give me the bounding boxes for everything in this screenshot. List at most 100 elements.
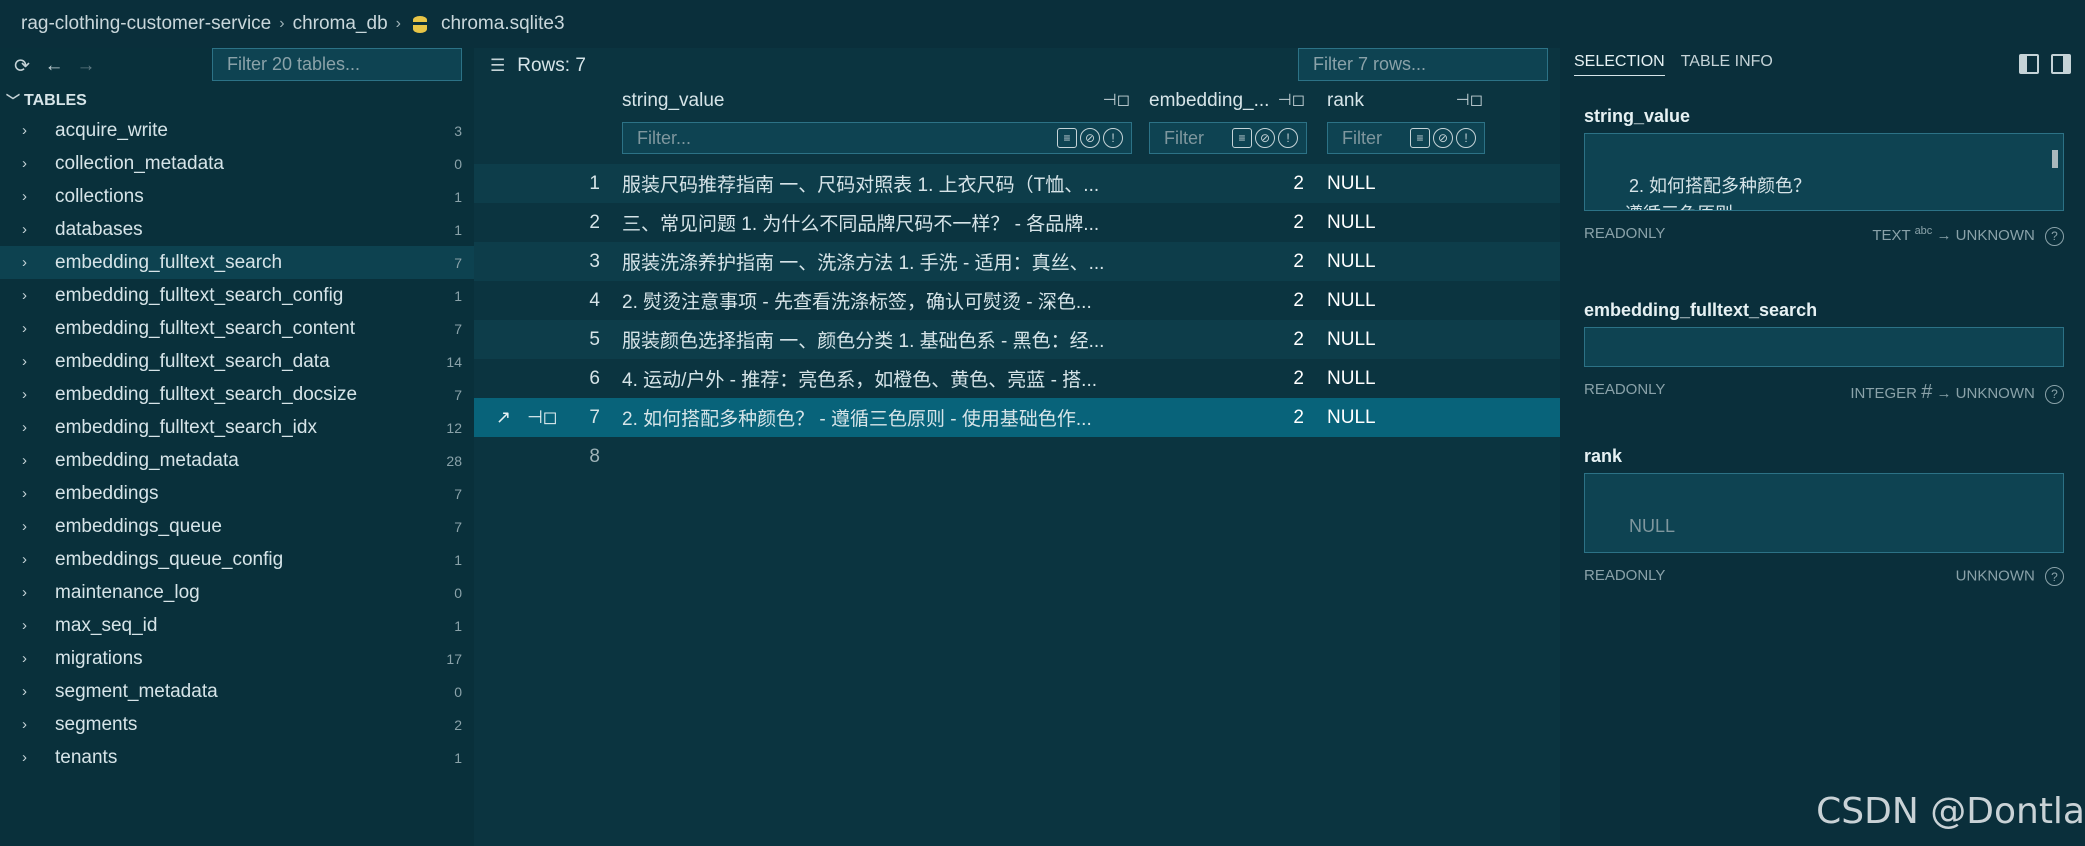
filter-mode-icon[interactable]: ≡ bbox=[1057, 128, 1077, 148]
field-value-textarea[interactable]: NULL bbox=[1584, 473, 2064, 553]
column-filter-input[interactable] bbox=[1342, 127, 1410, 149]
table-item[interactable]: › collection_metadata 0 bbox=[0, 147, 474, 180]
table-item[interactable]: › segment_metadata 0 bbox=[0, 675, 474, 708]
chevron-right-icon[interactable]: › bbox=[22, 518, 55, 535]
cell-embedding[interactable]: 2 bbox=[1274, 329, 1304, 351]
table-item[interactable]: › embedding_fulltext_search_data 14 bbox=[0, 345, 474, 378]
table-item[interactable]: › acquire_write 3 bbox=[0, 114, 474, 147]
table-item[interactable]: › embeddings_queue 7 bbox=[0, 510, 474, 543]
table-item[interactable]: › maintenance_log 0 bbox=[0, 576, 474, 609]
breadcrumb-folder[interactable]: chroma_db bbox=[293, 13, 388, 35]
cell-embedding[interactable]: 2 bbox=[1274, 251, 1304, 273]
table-row[interactable]: 1 服装尺码推荐指南 一、尺码对照表 1. 上衣尺码（T恤、... 2 NULL bbox=[474, 164, 1560, 203]
table-item[interactable]: › tenants 1 bbox=[0, 741, 474, 774]
cell-rank[interactable]: NULL bbox=[1327, 329, 1376, 351]
table-item[interactable]: › segments 2 bbox=[0, 708, 474, 741]
tab-selection[interactable]: SELECTION bbox=[1574, 53, 1665, 76]
chevron-right-icon[interactable]: › bbox=[22, 485, 55, 502]
column-filter-input[interactable] bbox=[1164, 127, 1232, 149]
chevron-right-icon[interactable]: › bbox=[22, 122, 55, 139]
table-row[interactable]: 6 4. 运动/户外 - 推荐：亮色系，如橙色、黄色、亮蓝 - 搭... 2 NULL bbox=[474, 359, 1560, 398]
table-item[interactable]: › embedding_metadata 28 bbox=[0, 444, 474, 477]
column-header-rank[interactable]: rank ⊣◻ ≡ ⊘ ! bbox=[1327, 84, 1485, 164]
exclamation-icon[interactable]: ! bbox=[1456, 128, 1476, 148]
null-filter-icon[interactable]: ⊘ bbox=[1433, 128, 1453, 148]
breadcrumb-file[interactable]: chroma.sqlite3 bbox=[441, 13, 565, 35]
column-header-embedding[interactable]: embedding_... ⊣◻ ≡ ⊘ ! bbox=[1149, 84, 1307, 164]
table-filter-input[interactable] bbox=[212, 48, 462, 81]
help-icon[interactable]: ? bbox=[2045, 567, 2064, 586]
chevron-right-icon[interactable]: › bbox=[22, 650, 55, 667]
pin-row-icon[interactable]: ⊣◻ bbox=[527, 407, 558, 428]
exclamation-icon[interactable]: ! bbox=[1278, 128, 1298, 148]
cell-rank[interactable]: NULL bbox=[1327, 251, 1376, 273]
tables-section-header[interactable]: ﹀ TABLES bbox=[0, 88, 474, 114]
chevron-right-icon[interactable]: › bbox=[22, 617, 55, 634]
filter-mode-icon[interactable]: ≡ bbox=[1232, 128, 1252, 148]
refresh-icon[interactable]: ⟳ bbox=[12, 56, 32, 77]
table-item[interactable]: › embedding_fulltext_search_config 1 bbox=[0, 279, 474, 312]
table-item[interactable]: › embedding_fulltext_search_content 7 bbox=[0, 312, 474, 345]
chevron-right-icon[interactable]: › bbox=[22, 419, 55, 436]
cell-embedding[interactable]: 2 bbox=[1274, 368, 1304, 390]
table-item[interactable]: › embedding_fulltext_search_idx 12 bbox=[0, 411, 474, 444]
toggle-left-panel-icon[interactable] bbox=[2019, 54, 2039, 74]
chevron-right-icon[interactable]: › bbox=[22, 353, 55, 370]
cell-string-value[interactable]: 服装尺码推荐指南 一、尺码对照表 1. 上衣尺码（T恤、... bbox=[622, 170, 1122, 197]
table-item[interactable]: › databases 1 bbox=[0, 213, 474, 246]
chevron-right-icon[interactable]: › bbox=[22, 716, 55, 733]
tab-table-info[interactable]: TABLE INFO bbox=[1681, 53, 1773, 75]
chevron-right-icon[interactable]: › bbox=[22, 683, 55, 700]
pin-icon[interactable]: ⊣◻ bbox=[1103, 90, 1130, 110]
table-row[interactable]: 2 三、常见问题 1. 为什么不同品牌尺码不一样？ - 各品牌... 2 NULL bbox=[474, 203, 1560, 242]
cell-embedding[interactable]: 2 bbox=[1274, 290, 1304, 312]
chevron-right-icon[interactable]: › bbox=[22, 551, 55, 568]
open-row-icon[interactable]: ↗ bbox=[496, 407, 511, 428]
null-filter-icon[interactable]: ⊘ bbox=[1255, 128, 1275, 148]
collapse-list-icon[interactable]: ☰ bbox=[490, 56, 505, 76]
column-header-string-value[interactable]: string_value ⊣◻ ≡ ⊘ ! bbox=[622, 84, 1132, 164]
cell-string-value[interactable]: 服装洗涤养护指南 一、洗涤方法 1. 手洗 - 适用：真丝、... bbox=[622, 248, 1122, 275]
help-icon[interactable]: ? bbox=[2045, 384, 2064, 404]
cell-string-value[interactable]: 2. 熨烫注意事项 - 先查看洗涤标签，确认可熨烫 - 深色... bbox=[622, 287, 1122, 314]
table-item[interactable]: › embeddings_queue_config 1 bbox=[0, 543, 474, 576]
row-filter-input[interactable] bbox=[1298, 48, 1548, 81]
table-item[interactable]: › embedding_fulltext_search_docsize 7 bbox=[0, 378, 474, 411]
pin-icon[interactable]: ⊣◻ bbox=[1456, 90, 1483, 110]
table-item[interactable]: › max_seq_id 1 bbox=[0, 609, 474, 642]
filter-mode-icon[interactable]: ≡ bbox=[1410, 128, 1430, 148]
chevron-right-icon[interactable]: › bbox=[22, 584, 55, 601]
column-filter-input[interactable] bbox=[637, 127, 1057, 149]
pin-icon[interactable]: ⊣◻ bbox=[1278, 90, 1305, 110]
back-arrow-icon[interactable]: ← bbox=[44, 55, 64, 76]
chevron-right-icon[interactable]: › bbox=[22, 221, 55, 238]
table-item[interactable]: › embeddings 7 bbox=[0, 477, 474, 510]
chevron-right-icon[interactable]: › bbox=[22, 386, 55, 403]
chevron-right-icon[interactable]: › bbox=[22, 749, 55, 766]
null-filter-icon[interactable]: ⊘ bbox=[1080, 128, 1100, 148]
table-item[interactable]: › migrations 17 bbox=[0, 642, 474, 675]
table-row[interactable]: 5 服装颜色选择指南 一、颜色分类 1. 基础色系 - 黑色：经... 2 NULL bbox=[474, 320, 1560, 359]
cell-string-value[interactable]: 2. 如何搭配多种颜色？ - 遵循三色原则 - 使用基础色作... bbox=[622, 404, 1122, 431]
cell-string-value[interactable]: 4. 运动/户外 - 推荐：亮色系，如橙色、黄色、亮蓝 - 搭... bbox=[622, 365, 1122, 392]
chevron-right-icon[interactable]: › bbox=[22, 254, 55, 271]
exclamation-icon[interactable]: ! bbox=[1103, 128, 1123, 148]
cell-rank[interactable]: NULL bbox=[1327, 407, 1376, 429]
table-item[interactable]: › collections 1 bbox=[0, 180, 474, 213]
forward-arrow-icon[interactable]: → bbox=[76, 55, 96, 76]
cell-rank[interactable]: NULL bbox=[1327, 173, 1376, 195]
table-item[interactable]: › embedding_fulltext_search 7 bbox=[0, 246, 474, 279]
cell-embedding[interactable]: 2 bbox=[1274, 212, 1304, 234]
cell-embedding[interactable]: 2 bbox=[1274, 407, 1304, 429]
field-value-input[interactable]: 4 bbox=[1584, 327, 2064, 367]
cell-embedding[interactable]: 2 bbox=[1274, 173, 1304, 195]
new-row-placeholder[interactable]: 8 bbox=[474, 437, 1560, 476]
chevron-right-icon[interactable]: › bbox=[22, 320, 55, 337]
cell-rank[interactable]: NULL bbox=[1327, 368, 1376, 390]
field-value-textarea[interactable]: 2. 如何搭配多种颜色？ - 遵循三色原则 bbox=[1584, 133, 2064, 211]
chevron-right-icon[interactable]: › bbox=[22, 188, 55, 205]
chevron-right-icon[interactable]: › bbox=[22, 452, 55, 469]
table-row[interactable]: 4 2. 熨烫注意事项 - 先查看洗涤标签，确认可熨烫 - 深色... 2 NULL bbox=[474, 281, 1560, 320]
chevron-right-icon[interactable]: › bbox=[22, 287, 55, 304]
cell-string-value[interactable]: 服装颜色选择指南 一、颜色分类 1. 基础色系 - 黑色：经... bbox=[622, 326, 1122, 353]
